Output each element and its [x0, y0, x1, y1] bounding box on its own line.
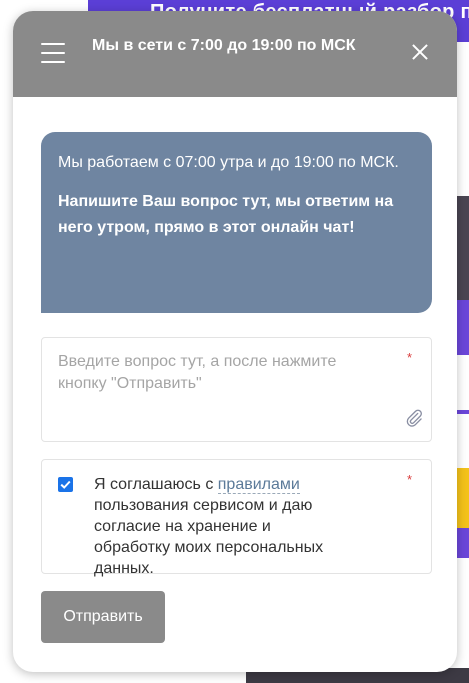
question-field[interactable]: Введите вопрос тут, а после нажмите кноп… — [41, 337, 432, 442]
agreement-text-before: Я соглашаюсь с — [94, 476, 218, 493]
chat-widget: Мы в сети с 7:00 до 19:00 по МСК Мы рабо… — [13, 11, 457, 672]
paperclip-icon[interactable] — [404, 408, 424, 428]
close-icon[interactable] — [412, 44, 428, 60]
message-text-hours: Мы работаем с 07:00 утра и до 19:00 по М… — [58, 154, 399, 171]
required-mark-agreement: * — [407, 472, 413, 487]
chat-header: Мы в сети с 7:00 до 19:00 по МСК — [13, 11, 457, 97]
checkmark-icon — [60, 480, 71, 489]
operator-message: Мы работаем с 07:00 утра и до 19:00 по М… — [41, 132, 432, 313]
background-image-strip — [455, 196, 469, 300]
agreement-text: Я соглашаюсь с правилами пользования сер… — [94, 474, 334, 579]
hamburger-menu-icon[interactable] — [41, 43, 65, 63]
question-input-placeholder[interactable]: Введите вопрос тут, а после нажмите кноп… — [58, 351, 388, 395]
required-mark: * — [407, 350, 413, 365]
rules-link[interactable]: правилами — [217, 476, 300, 494]
background-yellow-strip — [455, 468, 469, 528]
background-divider-strip — [455, 410, 469, 414]
agreement-text-after: пользования сервисом и даю согласие на х… — [94, 497, 324, 577]
background-purple-strip — [455, 300, 469, 355]
agreement-field: Я соглашаюсь с правилами пользования сер… — [41, 459, 432, 577]
background-purple-strip-2 — [455, 528, 469, 558]
chat-header-title: Мы в сети с 7:00 до 19:00 по МСК — [92, 37, 356, 54]
send-button[interactable]: Отправить — [41, 591, 165, 643]
agreement-checkbox[interactable] — [58, 477, 73, 492]
message-text-prompt: Напишите Ваш вопрос тут, мы ответим на н… — [58, 193, 394, 236]
